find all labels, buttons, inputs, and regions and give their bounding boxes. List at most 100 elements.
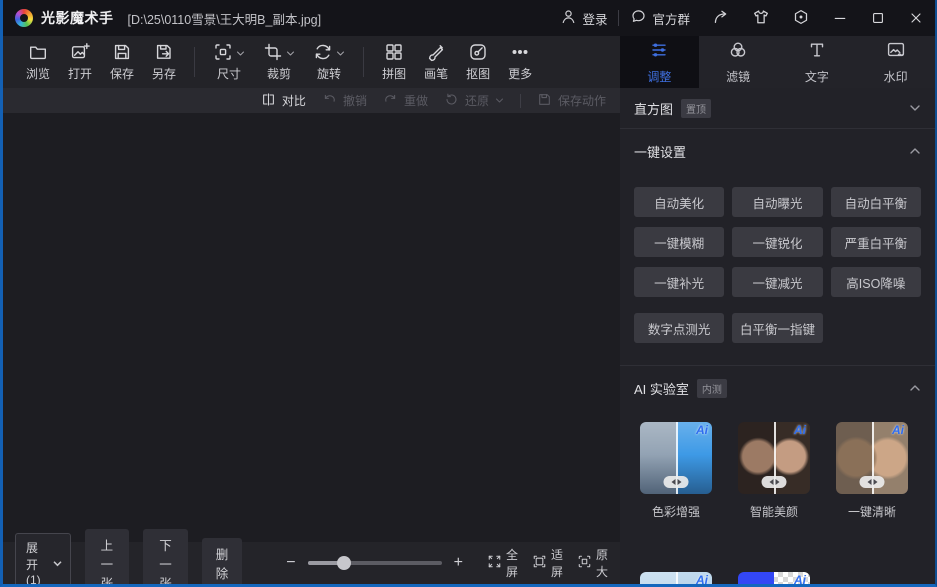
pin-top-badge: 置顶 [681, 99, 711, 118]
auto-exposure-button[interactable]: 自动曝光 [732, 187, 822, 217]
delete-image-button[interactable]: 删除 [202, 538, 243, 587]
ai-color-enhance-item[interactable]: Ai 色彩增强 [638, 422, 714, 520]
ai-badge: Ai [794, 423, 806, 437]
white-balance-one-touch-button[interactable]: 白平衡一指键 [732, 313, 822, 343]
zoom-slider-handle[interactable] [337, 556, 351, 570]
fit-screen-button[interactable]: 适屏 [532, 546, 563, 580]
chevron-down-icon [236, 45, 245, 63]
restore-button[interactable]: 还原 [444, 92, 504, 110]
brush-icon [426, 42, 446, 67]
chevron-up-icon[interactable] [909, 145, 921, 157]
auto-white-balance-button[interactable]: 自动白平衡 [831, 187, 921, 217]
ai-lab-title: AI 实验室 [634, 379, 689, 398]
ai-item-partial[interactable]: Ai [638, 572, 714, 584]
image-canvas[interactable] [3, 113, 620, 542]
ai-one-key-clarity-item[interactable]: Ai 一键清晰 [834, 422, 910, 520]
ai-badge: Ai [892, 423, 904, 437]
one-key-blur-button[interactable]: 一键模糊 [634, 227, 724, 257]
zoom-out-button[interactable]: − [286, 555, 295, 571]
rotate-button[interactable]: 旋转 [304, 44, 354, 80]
compare-button[interactable]: 对比 [261, 92, 306, 110]
original-size-button[interactable]: 原大 [577, 546, 608, 580]
chevron-down-icon [495, 94, 504, 108]
high-iso-denoise-button[interactable]: 高ISO降噪 [831, 267, 921, 297]
tab-watermark[interactable]: 水印 [856, 36, 935, 88]
share-button[interactable] [701, 0, 741, 36]
editbar-divider [520, 94, 521, 108]
quick-settings-section-header[interactable]: 一键设置 [620, 129, 935, 173]
zoom-slider[interactable] [308, 556, 442, 570]
resize-button[interactable]: 尺寸 [204, 44, 254, 80]
original-size-icon [577, 554, 592, 572]
gear-icon [792, 8, 810, 29]
collage-button[interactable]: 拼图 [373, 44, 415, 80]
skin-theme-button[interactable] [741, 0, 781, 36]
ai-smart-beauty-item[interactable]: Ai 智能美颜 [736, 422, 812, 520]
browse-button[interactable]: 浏览 [17, 44, 59, 80]
undo-button[interactable]: 撤销 [322, 92, 367, 110]
ai-badge: Ai [696, 573, 708, 584]
login-button[interactable]: 登录 [549, 0, 618, 36]
cutout-button[interactable]: 抠图 [457, 44, 499, 80]
one-key-clarity-preview[interactable]: Ai [836, 422, 908, 494]
restore-icon [444, 92, 459, 110]
save-action-button[interactable]: 保存动作 [537, 92, 606, 110]
open-button[interactable]: 打开 [59, 44, 101, 80]
compare-slider-handle[interactable] [762, 476, 787, 488]
save-button[interactable]: 保存 [101, 44, 143, 80]
save-as-icon [154, 42, 174, 67]
ai-item-partial[interactable]: Ai [736, 572, 812, 584]
histogram-section-header[interactable]: 直方图 置顶 [620, 88, 935, 128]
one-key-dim-light-button[interactable]: 一键减光 [732, 267, 822, 297]
close-button[interactable] [897, 0, 935, 36]
maximize-button[interactable] [859, 0, 897, 36]
chevron-up-icon[interactable] [909, 382, 921, 394]
prev-image-button[interactable]: 上一张 [85, 529, 130, 587]
brush-button[interactable]: 画笔 [415, 44, 457, 80]
dropdown-arrow-icon [53, 556, 62, 570]
save-icon [537, 92, 552, 110]
compare-slider-handle[interactable] [860, 476, 885, 488]
tab-adjust[interactable]: 调整 [620, 36, 699, 88]
app-name: 光影魔术手 [41, 8, 114, 28]
next-image-button[interactable]: 下一张 [143, 529, 188, 587]
settings-button[interactable] [781, 0, 821, 36]
official-group-button[interactable]: 官方群 [619, 0, 701, 36]
tab-filters[interactable]: 滤镜 [699, 36, 778, 88]
folder-icon [28, 42, 48, 67]
watermark-image-icon [886, 40, 906, 63]
crop-button[interactable]: 裁剪 [254, 44, 304, 80]
ai-item-label: 一键清晰 [848, 503, 896, 520]
more-button[interactable]: 更多 [499, 44, 541, 80]
smart-beauty-preview[interactable]: Ai [738, 422, 810, 494]
grid-icon [384, 42, 404, 67]
fullscreen-icon [487, 554, 502, 572]
one-key-fill-light-button[interactable]: 一键补光 [634, 267, 724, 297]
ai-badge: Ai [696, 423, 708, 437]
compare-slider-handle[interactable] [664, 476, 689, 488]
color-enhance-preview[interactable]: Ai [640, 422, 712, 494]
fullscreen-button[interactable]: 全屏 [487, 546, 518, 580]
quick-settings-title: 一键设置 [634, 142, 686, 161]
minimize-button[interactable] [821, 0, 859, 36]
ai-lab-section-header[interactable]: AI 实验室 内测 [620, 366, 935, 410]
redo-button[interactable]: 重做 [383, 92, 428, 110]
expand-dropdown[interactable]: 展开(1) [15, 533, 71, 587]
filter-circles-icon [728, 40, 748, 63]
zoom-in-button[interactable]: + [454, 555, 463, 571]
edit-toolbar: 对比 撤销 重做 还原 保存动作 [3, 88, 620, 113]
one-key-sharpen-button[interactable]: 一键锐化 [732, 227, 822, 257]
auto-beautify-button[interactable]: 自动美化 [634, 187, 724, 217]
shirt-icon [752, 8, 770, 29]
ai-thumbnails-row-2: Ai Ai [620, 560, 935, 584]
save-as-button[interactable]: 另存 [143, 44, 185, 80]
chevron-down-icon[interactable] [909, 102, 921, 114]
ai-preview-partial[interactable]: Ai [738, 572, 810, 584]
ai-preview-partial[interactable]: Ai [640, 572, 712, 584]
ai-thumbnails-row: Ai 色彩增强 Ai 智能美颜 [620, 410, 935, 520]
tab-text[interactable]: 文字 [778, 36, 857, 88]
sliders-icon [649, 40, 669, 63]
severe-white-balance-button[interactable]: 严重白平衡 [831, 227, 921, 257]
panel-tabs: 调整 滤镜 文字 水印 [620, 36, 935, 88]
digital-spot-metering-button[interactable]: 数字点测光 [634, 313, 724, 343]
